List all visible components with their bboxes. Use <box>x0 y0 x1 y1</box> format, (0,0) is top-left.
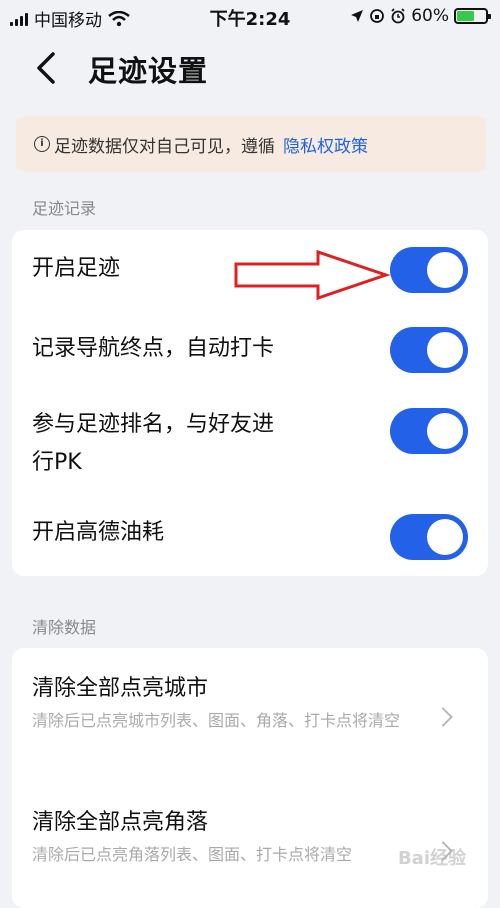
section-label-record: 足迹记录 <box>32 199 97 218</box>
toggle-label: 参与足迹排名，与好友进 行PK <box>32 412 275 475</box>
fuel-consumption-toggle[interactable] <box>390 514 468 560</box>
notice-text: 足迹数据仅对自己可见，遵循 <box>54 136 275 157</box>
page-title: 足迹设置 <box>88 54 209 88</box>
clear-item-desc: 清除后已点亮城市列表、图面、角落、打卡点将清空 <box>32 711 401 730</box>
toggle-row-navigation-checkin: 记录导航终点，自动打卡 <box>12 322 488 378</box>
chevron-right-icon <box>433 707 453 727</box>
clear-item-desc: 清除后已点亮角落列表、图面、打卡点将清空 <box>32 845 353 864</box>
status-bar: 中国移动 下午2:24 60% <box>0 0 500 34</box>
privacy-policy-link[interactable]: 隐私权政策 <box>283 132 368 157</box>
clear-cities-item[interactable]: 清除全部点亮城市 清除后已点亮城市列表、图面、角落、打卡点将清空 <box>12 648 488 768</box>
toggle-label: 开启足迹 <box>32 256 121 281</box>
battery-fill <box>457 11 474 21</box>
info-icon: i <box>34 136 50 152</box>
back-icon[interactable] <box>34 50 58 86</box>
annotation-arrow-icon <box>234 249 391 301</box>
watermark: Bai经验 <box>397 848 466 869</box>
alarm-icon <box>391 8 405 24</box>
clear-item-title: 清除全部点亮城市 <box>32 676 209 701</box>
rotation-lock-icon <box>370 9 385 23</box>
battery-percent: 60% <box>411 6 449 26</box>
toggle-row-ranking: 参与足迹排名，与好友进 行PK <box>12 402 488 482</box>
privacy-notice: i 足迹数据仅对自己可见，遵循 隐私权政策 <box>16 116 486 172</box>
status-right: 60% <box>350 6 491 26</box>
toggle-row-fuel: 开启高德油耗 <box>12 512 488 568</box>
battery-icon <box>454 8 491 24</box>
clear-item-title: 清除全部点亮角落 <box>32 810 209 835</box>
navigation-checkin-toggle[interactable] <box>390 327 468 373</box>
toggle-label: 开启高德油耗 <box>32 520 165 545</box>
toggle-label: 记录导航终点，自动打卡 <box>32 336 275 361</box>
section-label-clear: 清除数据 <box>32 618 97 637</box>
ranking-toggle[interactable] <box>390 408 468 454</box>
footprint-toggle[interactable] <box>390 247 468 293</box>
location-arrow-icon <box>351 10 364 22</box>
nav-bar: 足迹设置 <box>0 42 500 92</box>
